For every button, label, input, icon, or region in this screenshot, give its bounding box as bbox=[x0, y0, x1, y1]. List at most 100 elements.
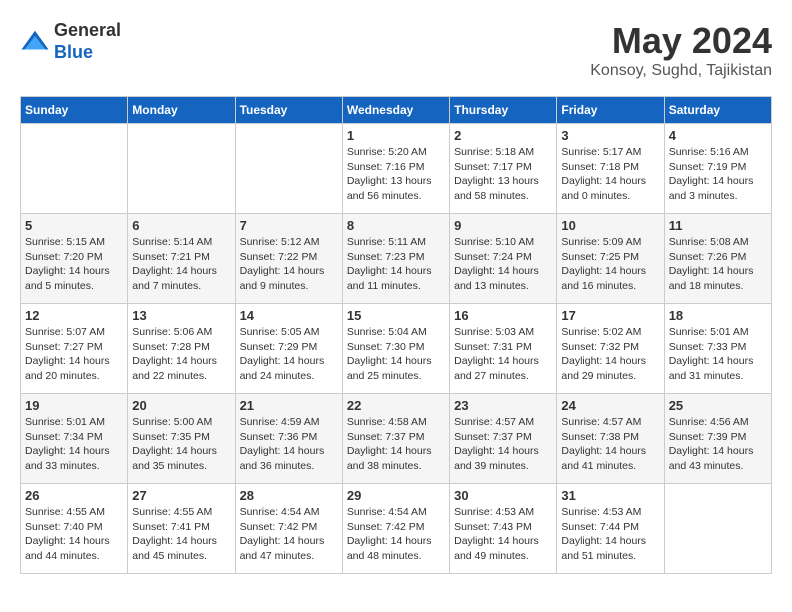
day-detail: Sunrise: 5:15 AM Sunset: 7:20 PM Dayligh… bbox=[25, 235, 123, 294]
weekday-header-thursday: Thursday bbox=[450, 97, 557, 124]
calendar-cell: 22Sunrise: 4:58 AM Sunset: 7:37 PM Dayli… bbox=[342, 394, 449, 484]
day-detail: Sunrise: 5:05 AM Sunset: 7:29 PM Dayligh… bbox=[240, 325, 338, 384]
day-detail: Sunrise: 4:55 AM Sunset: 7:40 PM Dayligh… bbox=[25, 505, 123, 564]
title-block: May 2024 Konsoy, Sughd, Tajikistan bbox=[590, 20, 772, 80]
weekday-header-tuesday: Tuesday bbox=[235, 97, 342, 124]
calendar-cell: 31 Sunrise: 4:53 AM Sunset: 7:44 PM Dayli… bbox=[557, 484, 664, 574]
calendar-cell: 11Sunrise: 5:08 AM Sunset: 7:26 PM Dayli… bbox=[664, 214, 771, 304]
day-number: 4 bbox=[669, 128, 767, 143]
calendar-cell: 1Sunrise: 5:20 AM Sunset: 7:16 PM Daylig… bbox=[342, 124, 449, 214]
day-detail: Sunrise: 5:16 AM Sunset: 7:19 PM Dayligh… bbox=[669, 145, 767, 204]
day-number: 22 bbox=[347, 398, 445, 413]
day-number: 28 bbox=[240, 488, 338, 503]
day-number: 24 bbox=[561, 398, 659, 413]
day-detail: Sunrise: 4:57 AM Sunset: 7:38 PM Dayligh… bbox=[561, 415, 659, 474]
calendar-cell: 18 Sunrise: 5:01 AM Sunset: 7:33 PM Dayli… bbox=[664, 304, 771, 394]
weekday-header-sunday: Sunday bbox=[21, 97, 128, 124]
calendar-cell: 23Sunrise: 4:57 AM Sunset: 7:37 PM Dayli… bbox=[450, 394, 557, 484]
day-number: 13 bbox=[132, 308, 230, 323]
day-number: 10 bbox=[561, 218, 659, 233]
day-detail: Sunrise: 5:17 AM Sunset: 7:18 PM Dayligh… bbox=[561, 145, 659, 204]
calendar-cell: 10 Sunrise: 5:09 AM Sunset: 7:25 PM Dayli… bbox=[557, 214, 664, 304]
weekday-header-monday: Monday bbox=[128, 97, 235, 124]
day-number: 6 bbox=[132, 218, 230, 233]
day-number: 25 bbox=[669, 398, 767, 413]
day-number: 19 bbox=[25, 398, 123, 413]
day-detail: Sunrise: 5:10 AM Sunset: 7:24 PM Dayligh… bbox=[454, 235, 552, 294]
calendar-title: May 2024 bbox=[590, 20, 772, 62]
calendar-cell: 30 Sunrise: 4:53 AM Sunset: 7:43 PM Dayli… bbox=[450, 484, 557, 574]
calendar-table: SundayMondayTuesdayWednesdayThursdayFrid… bbox=[20, 96, 772, 574]
calendar-cell: 5Sunrise: 5:15 AM Sunset: 7:20 PM Daylig… bbox=[21, 214, 128, 304]
day-detail: Sunrise: 4:54 AM Sunset: 7:42 PM Dayligh… bbox=[240, 505, 338, 564]
day-detail: Sunrise: 4:53 AM Sunset: 7:43 PM Dayligh… bbox=[454, 505, 552, 564]
day-number: 27 bbox=[132, 488, 230, 503]
day-number: 3 bbox=[561, 128, 659, 143]
calendar-cell: 27 Sunrise: 4:55 AM Sunset: 7:41 PM Dayli… bbox=[128, 484, 235, 574]
day-number: 29 bbox=[347, 488, 445, 503]
calendar-cell bbox=[235, 124, 342, 214]
calendar-cell: 6 Sunrise: 5:14 AM Sunset: 7:21 PM Daylig… bbox=[128, 214, 235, 304]
calendar-week-5: 26Sunrise: 4:55 AM Sunset: 7:40 PM Dayli… bbox=[21, 484, 772, 574]
weekday-header-saturday: Saturday bbox=[664, 97, 771, 124]
calendar-cell: 12 Sunrise: 5:07 AM Sunset: 7:27 PM Dayli… bbox=[21, 304, 128, 394]
day-detail: Sunrise: 4:53 AM Sunset: 7:44 PM Dayligh… bbox=[561, 505, 659, 564]
day-detail: Sunrise: 5:09 AM Sunset: 7:25 PM Dayligh… bbox=[561, 235, 659, 294]
calendar-cell: 21Sunrise: 4:59 AM Sunset: 7:36 PM Dayli… bbox=[235, 394, 342, 484]
day-detail: Sunrise: 5:14 AM Sunset: 7:21 PM Dayligh… bbox=[132, 235, 230, 294]
calendar-cell bbox=[21, 124, 128, 214]
day-detail: Sunrise: 5:08 AM Sunset: 7:26 PM Dayligh… bbox=[669, 235, 767, 294]
day-detail: Sunrise: 5:00 AM Sunset: 7:35 PM Dayligh… bbox=[132, 415, 230, 474]
day-detail: Sunrise: 4:59 AM Sunset: 7:36 PM Dayligh… bbox=[240, 415, 338, 474]
calendar-cell: 4 Sunrise: 5:16 AM Sunset: 7:19 PM Daylig… bbox=[664, 124, 771, 214]
day-number: 30 bbox=[454, 488, 552, 503]
day-detail: Sunrise: 4:55 AM Sunset: 7:41 PM Dayligh… bbox=[132, 505, 230, 564]
day-detail: Sunrise: 5:02 AM Sunset: 7:32 PM Dayligh… bbox=[561, 325, 659, 384]
calendar-cell bbox=[664, 484, 771, 574]
day-number: 17 bbox=[561, 308, 659, 323]
calendar-cell: 8 Sunrise: 5:11 AM Sunset: 7:23 PM Daylig… bbox=[342, 214, 449, 304]
day-number: 23 bbox=[454, 398, 552, 413]
day-number: 12 bbox=[25, 308, 123, 323]
day-detail: Sunrise: 5:01 AM Sunset: 7:33 PM Dayligh… bbox=[669, 325, 767, 384]
page-header: General Blue May 2024 Konsoy, Sughd, Taj… bbox=[20, 20, 772, 80]
day-detail: Sunrise: 5:03 AM Sunset: 7:31 PM Dayligh… bbox=[454, 325, 552, 384]
calendar-cell: 15 Sunrise: 5:04 AM Sunset: 7:30 PM Dayli… bbox=[342, 304, 449, 394]
day-number: 7 bbox=[240, 218, 338, 233]
logo: General Blue bbox=[20, 20, 121, 63]
calendar-cell bbox=[128, 124, 235, 214]
day-number: 16 bbox=[454, 308, 552, 323]
day-number: 31 bbox=[561, 488, 659, 503]
day-detail: Sunrise: 5:07 AM Sunset: 7:27 PM Dayligh… bbox=[25, 325, 123, 384]
day-number: 15 bbox=[347, 308, 445, 323]
day-number: 2 bbox=[454, 128, 552, 143]
day-detail: Sunrise: 5:04 AM Sunset: 7:30 PM Dayligh… bbox=[347, 325, 445, 384]
calendar-cell: 29 Sunrise: 4:54 AM Sunset: 7:42 PM Dayli… bbox=[342, 484, 449, 574]
day-detail: Sunrise: 4:54 AM Sunset: 7:42 PM Dayligh… bbox=[347, 505, 445, 564]
day-detail: Sunrise: 5:11 AM Sunset: 7:23 PM Dayligh… bbox=[347, 235, 445, 294]
calendar-cell: 26Sunrise: 4:55 AM Sunset: 7:40 PM Dayli… bbox=[21, 484, 128, 574]
day-number: 14 bbox=[240, 308, 338, 323]
calendar-cell: 2 Sunrise: 5:18 AM Sunset: 7:17 PM Daylig… bbox=[450, 124, 557, 214]
day-number: 18 bbox=[669, 308, 767, 323]
calendar-week-4: 19Sunrise: 5:01 AM Sunset: 7:34 PM Dayli… bbox=[21, 394, 772, 484]
calendar-cell: 25 Sunrise: 4:56 AM Sunset: 7:39 PM Dayli… bbox=[664, 394, 771, 484]
day-detail: Sunrise: 5:06 AM Sunset: 7:28 PM Dayligh… bbox=[132, 325, 230, 384]
calendar-cell: 9Sunrise: 5:10 AM Sunset: 7:24 PM Daylig… bbox=[450, 214, 557, 304]
day-number: 8 bbox=[347, 218, 445, 233]
calendar-cell: 13 Sunrise: 5:06 AM Sunset: 7:28 PM Dayli… bbox=[128, 304, 235, 394]
day-detail: Sunrise: 4:56 AM Sunset: 7:39 PM Dayligh… bbox=[669, 415, 767, 474]
weekday-header-row: SundayMondayTuesdayWednesdayThursdayFrid… bbox=[21, 97, 772, 124]
calendar-cell: 7 Sunrise: 5:12 AM Sunset: 7:22 PM Daylig… bbox=[235, 214, 342, 304]
calendar-cell: 19Sunrise: 5:01 AM Sunset: 7:34 PM Dayli… bbox=[21, 394, 128, 484]
day-detail: Sunrise: 5:18 AM Sunset: 7:17 PM Dayligh… bbox=[454, 145, 552, 204]
calendar-subtitle: Konsoy, Sughd, Tajikistan bbox=[590, 62, 772, 80]
logo-icon bbox=[20, 27, 50, 57]
day-detail: Sunrise: 5:12 AM Sunset: 7:22 PM Dayligh… bbox=[240, 235, 338, 294]
weekday-header-wednesday: Wednesday bbox=[342, 97, 449, 124]
calendar-week-2: 5Sunrise: 5:15 AM Sunset: 7:20 PM Daylig… bbox=[21, 214, 772, 304]
calendar-cell: 16 Sunrise: 5:03 AM Sunset: 7:31 PM Dayli… bbox=[450, 304, 557, 394]
calendar-cell: 20 Sunrise: 5:00 AM Sunset: 7:35 PM Dayli… bbox=[128, 394, 235, 484]
calendar-cell: 28 Sunrise: 4:54 AM Sunset: 7:42 PM Dayli… bbox=[235, 484, 342, 574]
day-number: 20 bbox=[132, 398, 230, 413]
